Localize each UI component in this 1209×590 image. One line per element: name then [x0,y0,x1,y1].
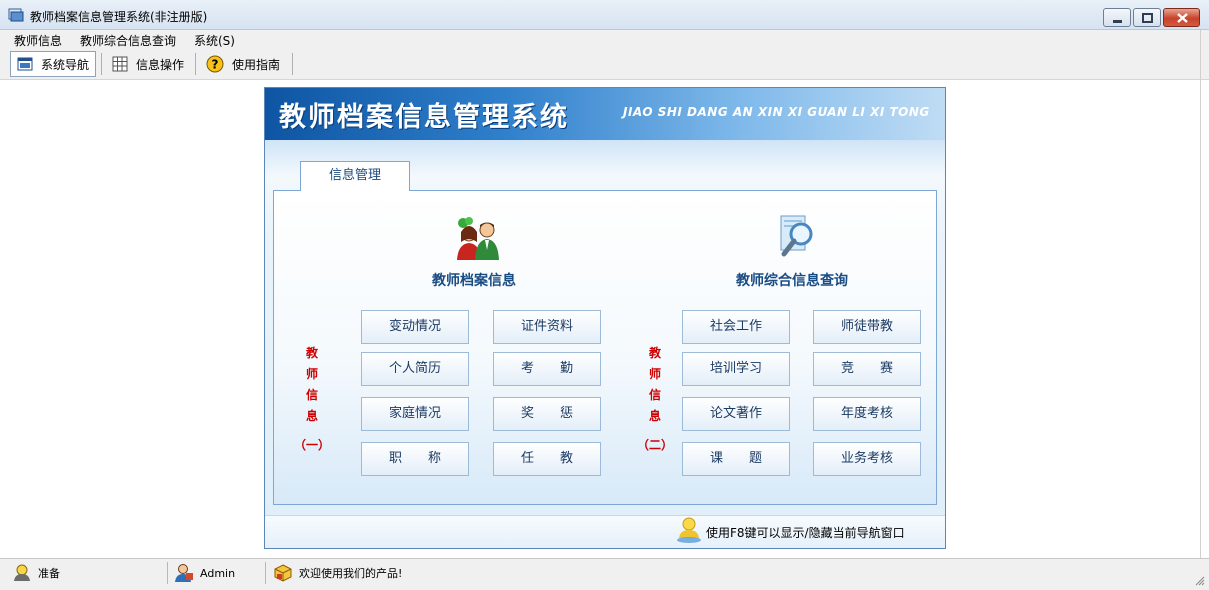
left-vertical-char: 教 [305,346,318,360]
btn-business-review[interactable]: 业务考核 [813,442,921,476]
title-bar: 教师档案信息管理系统(非注册版) [0,0,1209,30]
left-vertical-label: 教 师 信 息 [303,343,321,427]
maximize-button[interactable] [1133,8,1161,27]
status-separator [167,562,168,584]
banner: 教师档案信息管理系统 JIAO SHI DANG AN XIN XI GUAN … [265,88,945,140]
left-sub-label: （一） [294,438,331,452]
menu-teacher-info[interactable]: 教师信息 [14,32,62,49]
maximize-icon [1142,13,1153,23]
system-nav-button[interactable]: 系统导航 [10,51,96,77]
right-vertical-char: 教 [648,346,661,360]
btn-social-work[interactable]: 社会工作 [682,310,790,344]
left-vertical-char: 信 [305,388,318,402]
minimize-button[interactable] [1103,8,1131,27]
system-nav-label: 系统导航 [41,57,90,72]
user-hint-icon [677,517,701,543]
banner-title: 教师档案信息管理系统 [279,102,569,133]
minimize-icon [1113,20,1122,23]
status-state: 准备 [38,567,60,580]
right-vertical-char: 信 [648,388,661,402]
btn-attendance[interactable]: 考 勤 [493,352,601,386]
left-vertical-char: 师 [305,367,318,381]
close-button[interactable] [1163,8,1200,27]
btn-certificates[interactable]: 证件资料 [493,310,601,344]
window-border-right [1200,30,1201,560]
status-message-pane: 欢迎使用我们的产品! [273,562,402,584]
menu-teacher-query[interactable]: 教师综合信息查询 [80,32,176,49]
toolbar-separator [195,53,196,75]
btn-papers[interactable]: 论文著作 [682,397,790,431]
close-icon [1177,13,1188,23]
tab-info-management[interactable]: 信息管理 [300,161,410,191]
resize-grip-icon[interactable] [1195,576,1205,586]
btn-competition[interactable]: 竞 赛 [813,352,921,386]
btn-family[interactable]: 家庭情况 [361,397,469,431]
teacher-archive-title: 教师档案信息 [432,273,516,289]
btn-change-status[interactable]: 变动情况 [361,310,469,344]
btn-training[interactable]: 培训学习 [682,352,790,386]
search-icon [780,215,813,257]
menu-system[interactable]: 系统(S) [194,32,235,49]
teachers-icon [457,217,499,260]
help-icon: ? [206,55,224,73]
user-guide-button[interactable]: ? 使用指南 [200,51,292,77]
status-user-icon [14,564,30,581]
info-operation-label: 信息操作 [136,57,185,72]
banner-pinyin: JIAO SHI DANG AN XIN XI GUAN LI XI TONG [623,105,930,119]
teacher-query-title: 教师综合信息查询 [736,273,848,289]
right-vertical-char: 息 [648,409,661,423]
grid-icon [112,56,128,72]
status-user: Admin [200,566,236,580]
btn-projects[interactable]: 课 题 [682,442,790,476]
status-bar: 准备 Admin 欢迎使用我们的产品! [0,558,1209,590]
footer-hint: 使用F8键可以显示/隐藏当前导航窗口 [706,526,905,540]
toolbar-separator [292,53,293,75]
info-operation-button[interactable]: 信息操作 [106,51,190,77]
window-icon [17,57,33,71]
app-icon [8,8,24,22]
left-vertical-char: 息 [305,409,318,423]
menu-bar: 教师信息 教师综合信息查询 系统(S) [0,30,1209,49]
window-title: 教师档案信息管理系统(非注册版) [30,10,208,24]
right-sub-label: （二） [637,438,674,452]
status-message: 欢迎使用我们的产品! [299,567,403,580]
btn-mentoring[interactable]: 师徒带教 [813,310,921,344]
admin-icon [175,564,193,582]
btn-resume[interactable]: 个人简历 [361,352,469,386]
toolbar: 系统导航 信息操作 ? 使用指南 [0,49,1209,80]
status-separator [265,562,266,584]
btn-title[interactable]: 职 称 [361,442,469,476]
user-guide-label: 使用指南 [232,57,281,72]
right-vertical-label: 教 师 信 息 [646,343,664,427]
right-vertical-char: 师 [648,367,661,381]
toolbar-separator [101,53,102,75]
btn-rewards[interactable]: 奖 惩 [493,397,601,431]
product-icon [274,564,292,582]
btn-annual-review[interactable]: 年度考核 [813,397,921,431]
btn-teaching[interactable]: 任 教 [493,442,601,476]
status-state-pane: 准备 [12,562,60,584]
svg-text:?: ? [212,58,219,72]
status-user-pane: Admin [174,562,235,584]
